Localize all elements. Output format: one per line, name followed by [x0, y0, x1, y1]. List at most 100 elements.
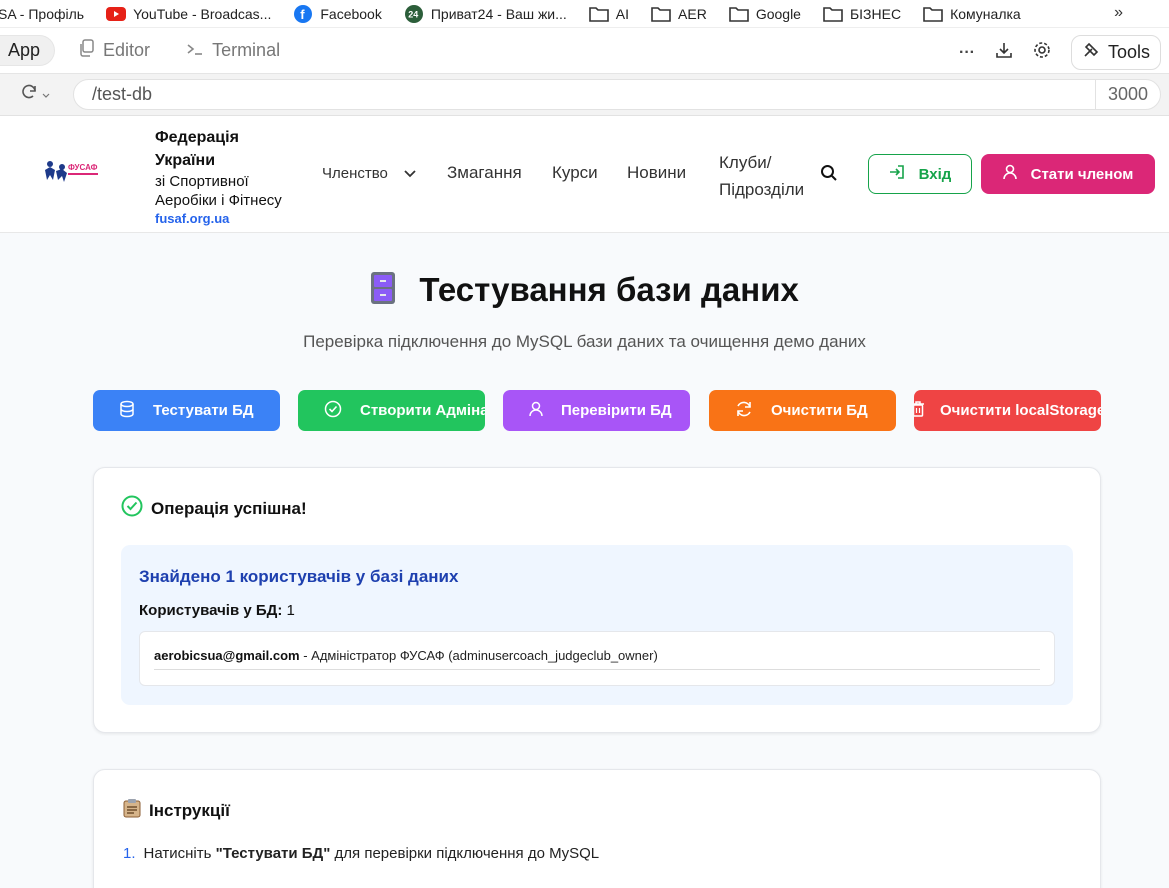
- nav-news[interactable]: Новини: [627, 163, 686, 183]
- tab-editor-label: Editor: [103, 40, 151, 60]
- bookmarks-overflow-button[interactable]: »: [1114, 4, 1123, 22]
- instructions-title-text: Інструкції: [149, 800, 230, 820]
- users-found-title: Знайдено 1 користувачів у базі даних: [139, 567, 459, 586]
- svg-text:24: 24: [408, 9, 418, 19]
- become-member-button[interactable]: Стати членом: [981, 154, 1155, 194]
- success-text: Операція успішна!: [151, 498, 307, 518]
- step-text-pre: Натисніть: [143, 845, 216, 862]
- url-input[interactable]: /test-db 3000: [73, 79, 1161, 110]
- bookmark-label: Facebook: [320, 5, 382, 22]
- bookmark-folder-utilities[interactable]: Комуналка: [923, 6, 1021, 22]
- create-admin-button[interactable]: Створити Адміна: [298, 390, 485, 431]
- search-icon[interactable]: [820, 164, 838, 187]
- url-bar: /test-db 3000: [0, 74, 1169, 116]
- chevron-down-icon: [42, 86, 50, 104]
- database-icon: [119, 400, 135, 422]
- bookmark-label: Приват24 - Ваш жи...: [430, 5, 567, 22]
- clear-localstorage-label: Очистити localStorage: [940, 402, 1101, 419]
- step-text-post: для перевірки підключення до MySQL: [330, 845, 600, 862]
- user-icon: [529, 401, 543, 421]
- page-title: Тестування бази даних: [0, 271, 1169, 313]
- bookmark-folder-google[interactable]: Google: [729, 6, 801, 22]
- bookmark-label: AI: [615, 5, 630, 22]
- terminal-icon: [186, 40, 204, 61]
- bookmark-label: Google: [755, 5, 801, 22]
- login-icon: [889, 164, 905, 184]
- gear-icon[interactable]: [1033, 41, 1051, 64]
- check-db-label: Перевірити БД: [561, 402, 672, 419]
- folder-icon: [923, 6, 943, 22]
- bookmark-youtube[interactable]: YouTube - Broadcas...: [106, 6, 271, 22]
- svg-text:f: f: [301, 7, 306, 22]
- tab-editor[interactable]: Editor: [79, 39, 150, 62]
- bookmark-label: Комуналка: [950, 5, 1021, 22]
- trash-icon: [914, 400, 924, 421]
- check-db-button[interactable]: Перевірити БД: [503, 390, 690, 431]
- ide-toolbar-actions: ··· Tools: [959, 35, 1161, 70]
- users-count-value: 1: [286, 602, 295, 619]
- download-icon[interactable]: [995, 41, 1013, 64]
- main-content: Тестування бази даних Перевірка підключе…: [0, 233, 1169, 888]
- clear-db-label: Очистити БД: [771, 402, 868, 419]
- become-member-label: Стати членом: [1030, 165, 1134, 183]
- bookmark-facebook[interactable]: f Facebook: [293, 4, 382, 23]
- nav-membership[interactable]: Членство: [322, 165, 416, 182]
- bookmark-folder-aer[interactable]: AER: [651, 6, 707, 22]
- port-label[interactable]: 3000: [1094, 80, 1160, 109]
- youtube-icon: [106, 6, 127, 22]
- list-item: aerobicsua@gmail.com - Адміністратор ФУС…: [154, 648, 658, 663]
- step-number: 1.: [123, 845, 136, 862]
- check-circle-icon: [324, 400, 342, 422]
- tab-app[interactable]: App: [0, 35, 56, 66]
- reload-button[interactable]: [0, 83, 70, 106]
- nav-clubs[interactable]: Клуби/ Підрозділи: [719, 149, 804, 203]
- tools-button[interactable]: Tools: [1070, 35, 1161, 70]
- bookmark-label: AER: [678, 5, 707, 22]
- login-button[interactable]: Вхід: [868, 154, 972, 194]
- clear-db-button[interactable]: Очистити БД: [709, 390, 896, 431]
- more-options-button[interactable]: ···: [959, 44, 975, 62]
- nav-clubs-line1: Клуби/: [719, 153, 772, 172]
- user-icon: [1002, 164, 1017, 184]
- folder-icon: [729, 6, 749, 22]
- url-path: /test-db: [92, 84, 153, 104]
- nav-membership-label: Членство: [322, 165, 388, 182]
- divider: [154, 669, 1040, 670]
- clear-localstorage-button[interactable]: Очистити localStorage: [914, 390, 1101, 431]
- ide-toolbar: App Editor Terminal ··· Tools: [0, 28, 1169, 74]
- user-email: aerobicsua@gmail.com: [154, 648, 300, 663]
- tab-terminal[interactable]: Terminal: [186, 40, 280, 61]
- users-info-box: Знайдено 1 користувачів у базі даних Кор…: [121, 545, 1073, 705]
- list-item: 1. Натисніть "Тестувати БД" для перевірки…: [123, 845, 599, 862]
- folder-icon: [651, 6, 671, 22]
- user-details: - Адміністратор ФУСАФ (adminusercoach_ju…: [299, 648, 658, 663]
- bookmark-folder-ai[interactable]: AI: [588, 5, 630, 22]
- step-text-bold: "Тестувати БД": [215, 845, 331, 862]
- site-header: ФУСАФ Федерація України зі Спортивної Ае…: [0, 116, 1169, 233]
- bookmarks-bar: SA - Профіль YouTube - Broadcas... f Fac…: [0, 0, 1169, 28]
- tab-terminal-label: Terminal: [212, 40, 281, 60]
- bookmark-label: YouTube - Broadcas...: [133, 5, 272, 22]
- tab-app-label: App: [8, 40, 41, 60]
- test-db-label: Тестувати БД: [153, 402, 254, 419]
- nav-competitions[interactable]: Змагання: [447, 163, 522, 183]
- page-title-text: Тестування бази даних: [419, 271, 799, 308]
- users-count: Користувачів у БД: 1: [139, 602, 295, 619]
- bookmark-profile[interactable]: SA - Профіль: [0, 6, 84, 22]
- clipboard-icon: [123, 798, 141, 823]
- success-message: Операція успішна!: [121, 495, 307, 522]
- bookmark-folder-business[interactable]: БІЗНЕС: [823, 6, 901, 22]
- bookmark-privat24[interactable]: 24 Приват24 - Ваш жи...: [404, 4, 567, 23]
- folder-icon: [588, 6, 609, 22]
- nav-clubs-line2: Підрозділи: [719, 180, 805, 199]
- users-count-label: Користувачів у БД:: [139, 602, 283, 619]
- facebook-icon: f: [293, 4, 313, 23]
- login-label: Вхід: [918, 165, 952, 183]
- folder-icon: [823, 6, 843, 22]
- instructions-card: Інструкції 1. Натисніть "Тестувати БД" дл…: [93, 769, 1101, 888]
- refresh-icon: [20, 83, 38, 106]
- tools-icon: [1082, 41, 1100, 64]
- test-db-button[interactable]: Тестувати БД: [93, 390, 280, 431]
- instructions-title: Інструкції: [123, 798, 230, 823]
- nav-courses[interactable]: Курси: [552, 163, 598, 183]
